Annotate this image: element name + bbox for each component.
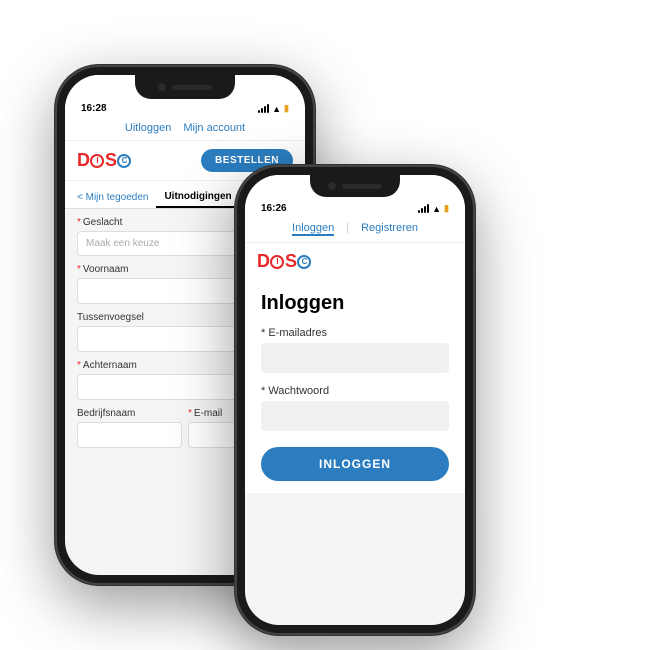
time-right: 16:26 <box>261 203 287 214</box>
time-left: 16:28 <box>81 103 107 114</box>
label-bedrijfsnaam: Bedrijfsnaam <box>77 408 182 419</box>
status-icons-left: ▲ ▮ <box>258 103 289 114</box>
battery-left: ▮ <box>284 103 289 114</box>
battery-right: ▮ <box>444 203 449 214</box>
speaker-right <box>342 184 382 189</box>
password-input[interactable] <box>261 401 449 431</box>
field-bedrijfsnaam: Bedrijfsnaam <box>77 408 182 448</box>
login-title: Inloggen <box>261 292 449 315</box>
account-link[interactable]: Mijn account <box>183 122 245 134</box>
camera-right <box>328 182 336 190</box>
login-button[interactable]: INLOGGEN <box>261 447 449 481</box>
disc-logo-left: D I S C <box>77 150 132 171</box>
login-form: Inloggen * E-mailadres * Wachtwoord INLO… <box>245 280 465 493</box>
wifi-left: ▲ <box>272 104 281 114</box>
active-tab[interactable]: Uitnodigingen <box>156 187 239 208</box>
disc-logo-right: D I S C <box>257 251 312 272</box>
back-tab[interactable]: < Mijn tegoeden <box>77 192 148 203</box>
speaker-left <box>172 85 212 90</box>
notch-left <box>135 75 235 99</box>
phone-right: 16:26 ▲ ▮ Inloggen | Registreren <box>235 165 475 635</box>
status-icons-right: ▲ ▮ <box>418 203 449 214</box>
phones-container: 16:28 ▲ ▮ Uitloggen Mijn account <box>35 35 615 615</box>
signal-right <box>418 205 429 213</box>
phone-right-screen: 16:26 ▲ ▮ Inloggen | Registreren <box>245 175 465 625</box>
signal-left <box>258 105 269 113</box>
register-nav-link[interactable]: Registreren <box>361 222 418 236</box>
logout-link[interactable]: Uitloggen <box>125 122 171 134</box>
email-label: * E-mailadres <box>261 327 449 339</box>
password-label: * Wachtwoord <box>261 385 449 397</box>
logo-bar-right: D I S C <box>245 243 465 280</box>
camera-left <box>158 83 166 91</box>
login-nav-link[interactable]: Inloggen <box>292 222 334 236</box>
notch-right <box>310 175 400 197</box>
nav-bar-right: Inloggen | Registreren <box>245 216 465 243</box>
email-input[interactable] <box>261 343 449 373</box>
nav-bar-left: Uitloggen Mijn account <box>65 116 305 141</box>
wifi-right: ▲ <box>432 204 441 214</box>
input-bedrijfsnaam[interactable] <box>77 422 182 448</box>
